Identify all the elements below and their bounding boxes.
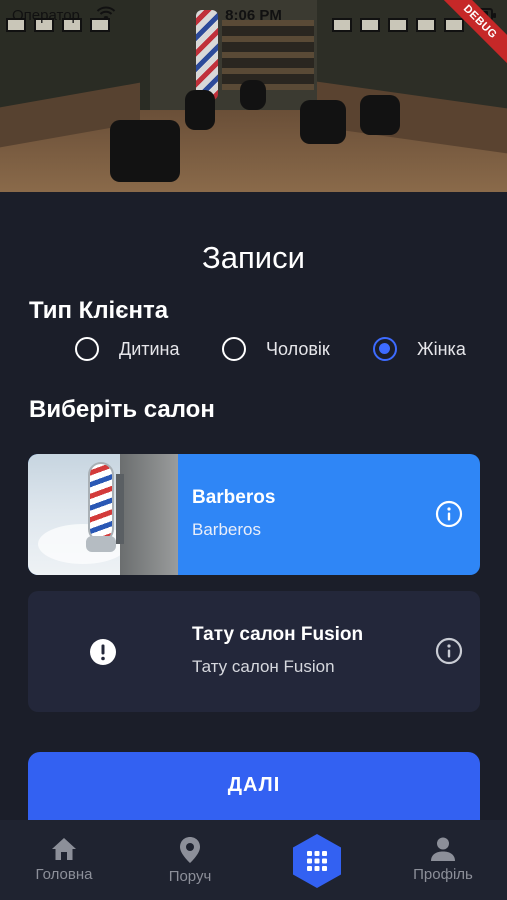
salon-name: Barberos [192, 487, 276, 508]
client-type-radio-group: Дитина Чоловік Жінка [0, 334, 507, 364]
salon-thumbnail [28, 454, 178, 575]
nav-label: Головна [35, 866, 93, 883]
bottom-navigation: Головна Поруч Профіль [0, 820, 507, 900]
radio-man[interactable]: Чоловік [222, 334, 330, 364]
person-icon [431, 837, 455, 861]
radio-child[interactable]: Дитина [75, 334, 180, 364]
radio-circle[interactable] [222, 337, 246, 361]
salon-subtitle: Barberos [192, 520, 261, 539]
radio-label: Чоловік [266, 338, 330, 359]
status-time: 8:06 PM [225, 7, 282, 24]
info-icon[interactable] [435, 637, 463, 665]
next-button[interactable]: ДАЛІ [28, 752, 480, 820]
salon-subtitle: Тату салон Fusion [192, 657, 335, 676]
nav-item-nearby[interactable]: Поруч [140, 836, 240, 885]
salon-name: Тату салон Fusion [192, 624, 364, 645]
nav-label: Поруч [168, 868, 212, 885]
location-pin-icon [180, 837, 200, 863]
nav-item-profile[interactable]: Профіль [393, 836, 493, 883]
nav-label: Профіль [413, 866, 473, 883]
radio-label: Дитина [119, 338, 180, 359]
choose-salon-title: Виберіть салон [29, 396, 215, 423]
salon-card-barberos[interactable]: Barberos Barberos [28, 454, 480, 575]
home-icon [52, 838, 76, 860]
salon-card-fusion[interactable]: Тату салон Fusion Тату салон Fusion [28, 591, 480, 712]
radio-label: Жінка [417, 338, 466, 359]
alert-circle-icon [90, 639, 116, 665]
page-title: Записи [202, 240, 305, 275]
client-type-title: Тип Клієнта [29, 297, 169, 324]
radio-circle-selected[interactable] [373, 337, 397, 361]
barber-pole-photo [88, 462, 114, 542]
info-icon[interactable] [435, 500, 463, 528]
nav-item-home[interactable]: Головна [14, 836, 114, 883]
radio-circle[interactable] [75, 337, 99, 361]
radio-woman[interactable]: Жінка [373, 334, 466, 364]
status-bar: Оператор 8:06 PM [0, 0, 507, 30]
grid-menu-icon[interactable] [291, 833, 343, 889]
